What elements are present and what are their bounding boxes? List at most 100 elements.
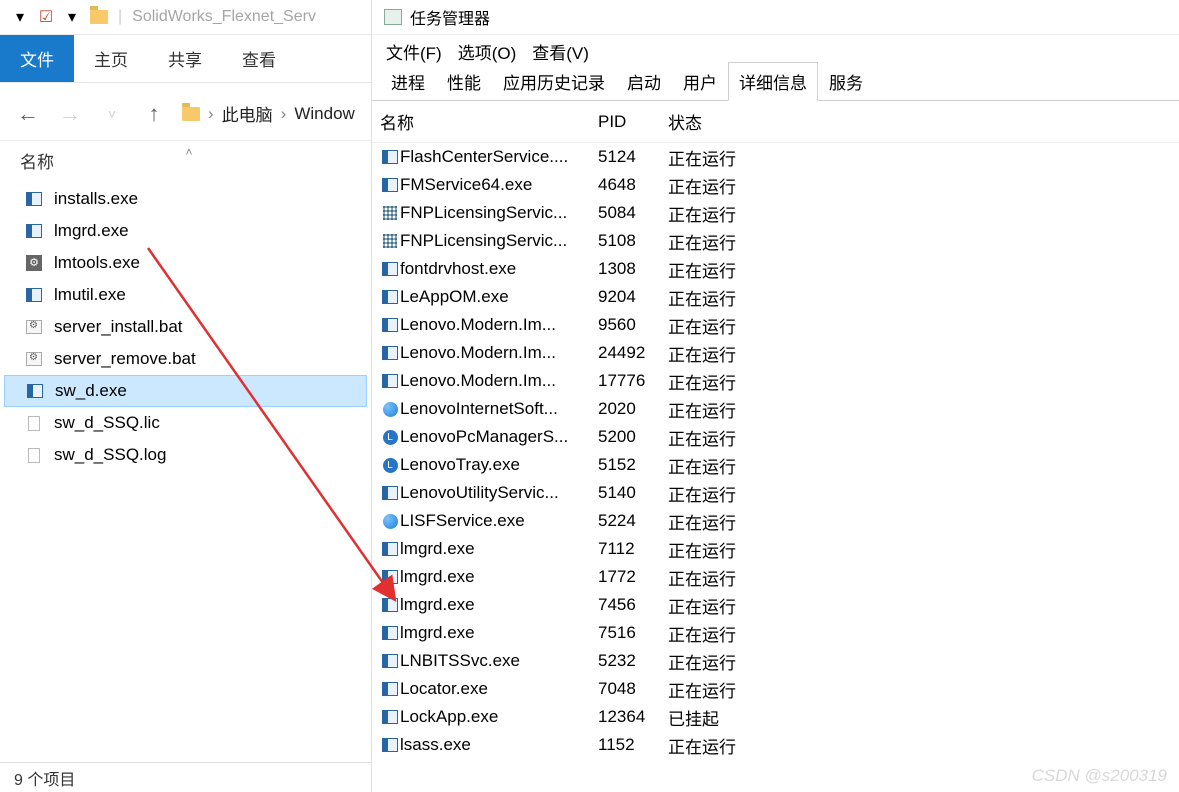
process-row[interactable]: lmgrd.exe7456正在运行 <box>372 591 1179 619</box>
col-header-name[interactable]: 名称 <box>380 109 598 134</box>
qat-properties-icon[interactable]: ☑ <box>38 9 54 25</box>
process-name: LockApp.exe <box>400 707 598 727</box>
qat-chevron-icon[interactable]: ▾ <box>64 9 80 25</box>
process-row[interactable]: LNBITSSvc.exe5232正在运行 <box>372 647 1179 675</box>
qat-dropdown-icon[interactable]: ▾ <box>12 9 28 25</box>
process-row[interactable]: Locator.exe7048正在运行 <box>372 675 1179 703</box>
process-pid: 17776 <box>598 371 668 391</box>
process-row[interactable]: lmgrd.exe7516正在运行 <box>372 619 1179 647</box>
process-name: LenovoInternetSoft... <box>400 399 598 419</box>
process-name: Lenovo.Modern.Im... <box>400 371 598 391</box>
process-name: LenovoPcManagerS... <box>400 427 598 447</box>
process-status: 正在运行 <box>668 537 788 562</box>
breadcrumb-pc[interactable]: 此电脑 <box>222 101 273 126</box>
process-row[interactable]: Lenovo.Modern.Im...17776正在运行 <box>372 367 1179 395</box>
exe-icon <box>24 191 44 207</box>
tab-startup[interactable]: 启动 <box>616 62 672 100</box>
process-icon <box>380 682 400 696</box>
process-row[interactable]: FNPLicensingServic...5084正在运行 <box>372 199 1179 227</box>
process-name: FMService64.exe <box>400 175 598 195</box>
process-name: fontdrvhost.exe <box>400 259 598 279</box>
file-row[interactable]: lmgrd.exe <box>4 215 367 247</box>
file-name: sw_d_SSQ.log <box>54 445 166 465</box>
file-row[interactable]: installs.exe <box>4 183 367 215</box>
menu-options[interactable]: 选项(O) <box>452 39 523 64</box>
tab-services[interactable]: 服务 <box>818 62 874 100</box>
ribbon-tab-file[interactable]: 文件 <box>0 35 74 82</box>
ribbon-tabs: 文件 主页 共享 查看 <box>0 35 371 83</box>
file-row[interactable]: ⚙lmtools.exe <box>4 247 367 279</box>
process-icon <box>380 486 400 500</box>
file-row[interactable]: sw_d_SSQ.lic <box>4 407 367 439</box>
file-row[interactable]: sw_d.exe <box>4 375 367 407</box>
service-icon <box>380 234 400 248</box>
ribbon-tab-home[interactable]: 主页 <box>74 35 148 82</box>
col-header-status[interactable]: 状态 <box>668 109 788 134</box>
address-bar[interactable]: › 此电脑 › Window <box>182 101 355 126</box>
ribbon-tab-share[interactable]: 共享 <box>148 35 222 82</box>
process-row[interactable]: FMService64.exe4648正在运行 <box>372 171 1179 199</box>
col-header-pid[interactable]: PID <box>598 112 668 132</box>
process-pid: 12364 <box>598 707 668 727</box>
back-icon[interactable]: ← <box>14 101 42 127</box>
taskmgr-titlebar[interactable]: 任务管理器 <box>372 0 1179 35</box>
process-row[interactable]: LISFService.exe5224正在运行 <box>372 507 1179 535</box>
breadcrumb-path[interactable]: Window <box>294 104 354 124</box>
process-row[interactable]: LockApp.exe12364已挂起 <box>372 703 1179 731</box>
explorer-titlebar[interactable]: ▾ ☑ ▾ | SolidWorks_Flexnet_Serv <box>0 0 371 35</box>
menu-file[interactable]: 文件(F) <box>380 39 448 64</box>
process-row[interactable]: FNPLicensingServic...5108正在运行 <box>372 227 1179 255</box>
process-name: FNPLicensingServic... <box>400 231 598 251</box>
process-name: lmgrd.exe <box>400 623 598 643</box>
menu-view[interactable]: 查看(V) <box>526 39 595 64</box>
sort-indicator-icon: ˄ <box>186 145 193 159</box>
process-row[interactable]: LLenovoPcManagerS...5200正在运行 <box>372 423 1179 451</box>
process-row[interactable]: Lenovo.Modern.Im...9560正在运行 <box>372 311 1179 339</box>
process-pid: 5084 <box>598 203 668 223</box>
history-dropdown-icon[interactable]: ˅ <box>98 106 126 122</box>
tab-details[interactable]: 详细信息 <box>728 62 818 101</box>
tab-performance[interactable]: 性能 <box>436 62 492 100</box>
process-name: Lenovo.Modern.Im... <box>400 343 598 363</box>
task-manager-window: 任务管理器 文件(F) 选项(O) 查看(V) 进程 性能 应用历史记录 启动 … <box>372 0 1179 792</box>
up-icon[interactable]: ↑ <box>140 101 168 127</box>
tab-users[interactable]: 用户 <box>672 62 728 100</box>
file-name: sw_d_SSQ.lic <box>54 413 160 433</box>
exe-icon <box>25 383 45 399</box>
ribbon-tab-view[interactable]: 查看 <box>222 35 296 82</box>
process-icon <box>380 710 400 724</box>
process-row[interactable]: fontdrvhost.exe1308正在运行 <box>372 255 1179 283</box>
process-name: Lenovo.Modern.Im... <box>400 315 598 335</box>
process-row[interactable]: LLenovoTray.exe5152正在运行 <box>372 451 1179 479</box>
process-pid: 5140 <box>598 483 668 503</box>
file-row[interactable]: lmutil.exe <box>4 279 367 311</box>
file-explorer-window: ▾ ☑ ▾ | SolidWorks_Flexnet_Serv 文件 主页 共享… <box>0 0 372 792</box>
process-status: 正在运行 <box>668 397 788 422</box>
tab-app-history[interactable]: 应用历史记录 <box>492 62 616 100</box>
file-row[interactable]: server_install.bat <box>4 311 367 343</box>
file-list: installs.exelmgrd.exe⚙lmtools.exe lmutil.… <box>0 179 371 475</box>
process-status: 正在运行 <box>668 145 788 170</box>
tab-processes[interactable]: 进程 <box>380 62 436 100</box>
process-pid: 5200 <box>598 427 668 447</box>
process-status: 正在运行 <box>668 733 788 758</box>
process-icon <box>380 346 400 360</box>
process-row[interactable]: LeAppOM.exe9204正在运行 <box>372 283 1179 311</box>
process-row[interactable]: lmgrd.exe7112正在运行 <box>372 535 1179 563</box>
process-row[interactable]: FlashCenterService....5124正在运行 <box>372 143 1179 171</box>
process-row[interactable]: LenovoInternetSoft...2020正在运行 <box>372 395 1179 423</box>
process-name: lsass.exe <box>400 735 598 755</box>
process-row[interactable]: Lenovo.Modern.Im...24492正在运行 <box>372 339 1179 367</box>
file-row[interactable]: sw_d_SSQ.log <box>4 439 367 471</box>
service-icon <box>380 206 400 220</box>
process-row[interactable]: LenovoUtilityServic...5140正在运行 <box>372 479 1179 507</box>
exe-icon <box>24 223 44 239</box>
file-name: lmutil.exe <box>54 285 126 305</box>
document-icon <box>24 415 44 431</box>
taskmgr-title: 任务管理器 <box>410 5 490 29</box>
process-row[interactable]: lmgrd.exe1772正在运行 <box>372 563 1179 591</box>
column-header-name[interactable]: 名称 ˄ <box>0 141 371 179</box>
file-row[interactable]: server_remove.bat <box>4 343 367 375</box>
watermark: CSDN @s200319 <box>1032 766 1167 786</box>
process-row[interactable]: lsass.exe1152正在运行 <box>372 731 1179 759</box>
